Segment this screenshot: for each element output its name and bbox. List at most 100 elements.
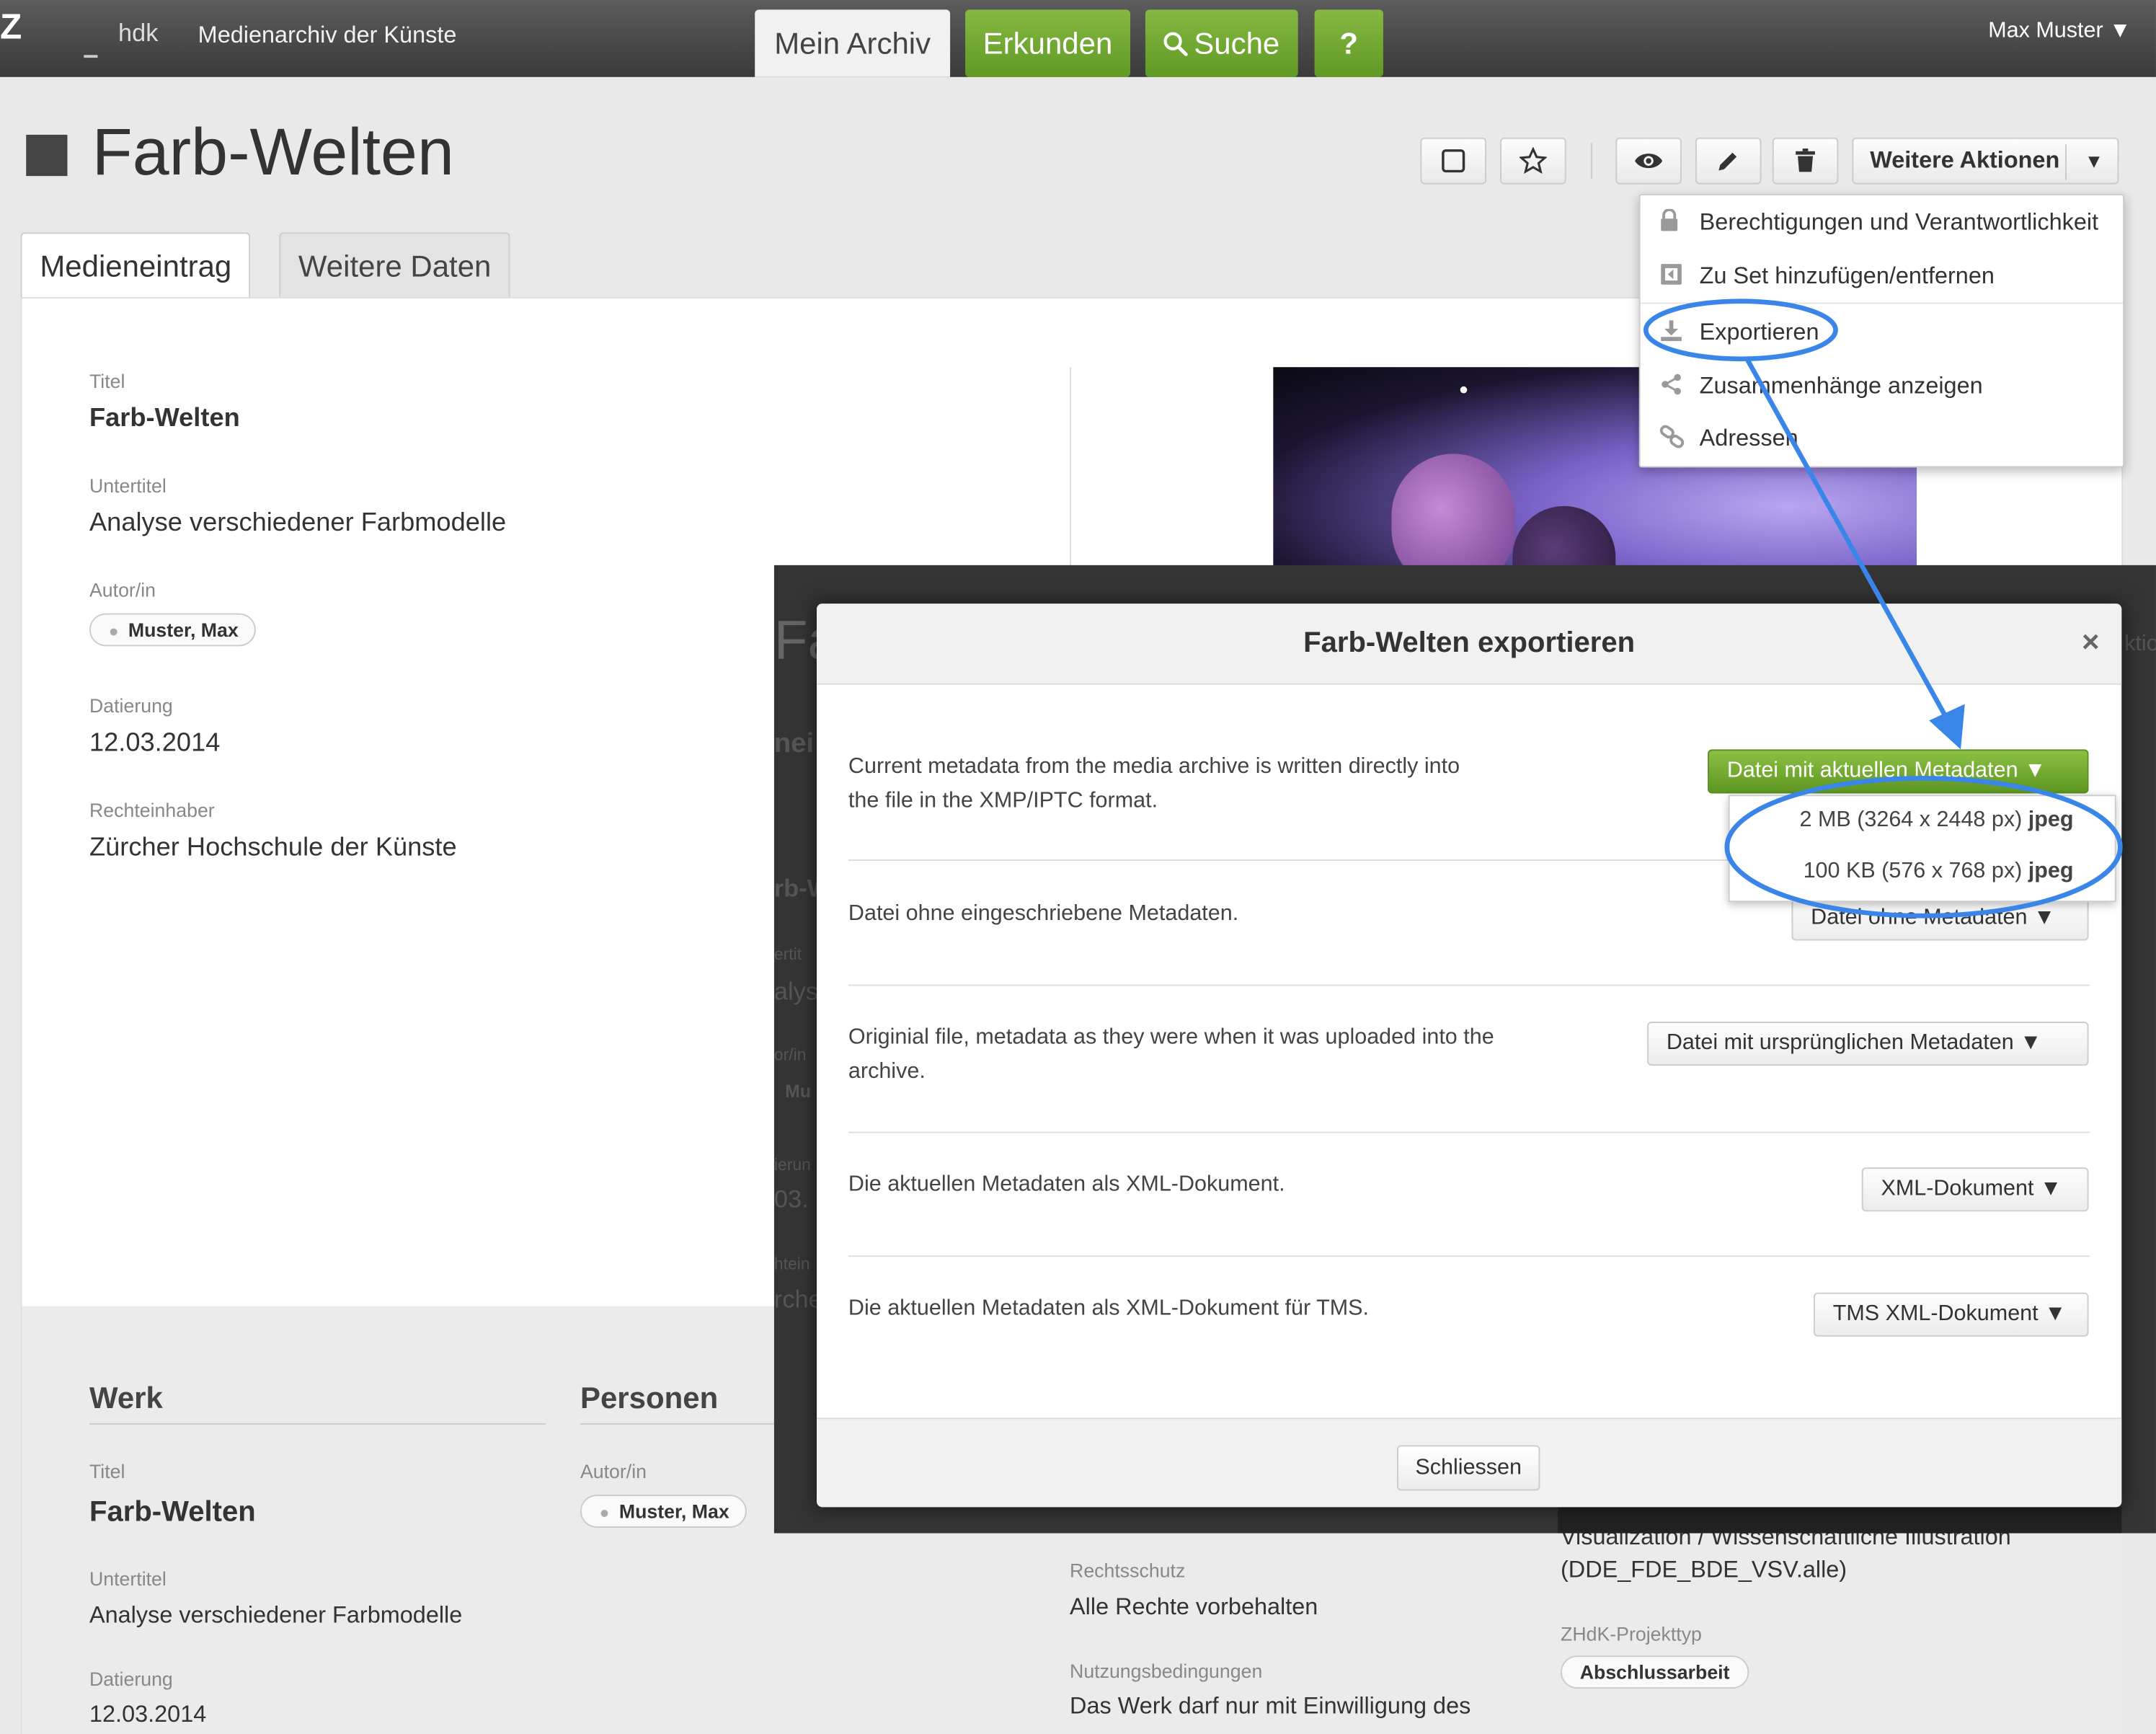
section-title-werk: Werk	[89, 1380, 163, 1415]
export-without-metadata-button[interactable]: Datei ohne Metadaten ▼	[1791, 896, 2089, 941]
dialog-title: Farb-Welten exportieren	[1303, 627, 1636, 659]
row-divider	[848, 1255, 2090, 1257]
export-tms-xml-button[interactable]: TMS XML-Dokument ▼	[1813, 1292, 2089, 1337]
backdrop-ghost-text: or/in	[773, 1045, 807, 1065]
media-entry-icon	[26, 134, 68, 177]
nav-erkunden[interactable]: Erkunden	[965, 9, 1130, 77]
nav-mein-archiv[interactable]: Mein Archiv	[755, 9, 951, 77]
field-value-untertitel: Analyse verschiedener Farbmodelle	[89, 508, 507, 538]
close-button[interactable]: Schliessen	[1397, 1445, 1540, 1491]
person-icon: ●	[599, 1503, 610, 1523]
export-option-description: Current metadata from the media archive …	[848, 755, 1460, 813]
projekttyp-tag[interactable]: Abschlussarbeit	[1561, 1655, 1749, 1689]
logo-letter[interactable]: Z	[0, 6, 22, 48]
field-label-untertitel: Untertitel	[89, 474, 167, 497]
nav-suche[interactable]: Suche	[1145, 9, 1298, 77]
backdrop-ghost-text: rche	[773, 1286, 822, 1314]
label-nutzungsbedingungen: Nutzungsbedingungen	[1070, 1659, 1263, 1682]
field-label-datierung: Datierung	[89, 694, 173, 717]
werk-label-datierung: Datierung	[89, 1668, 173, 1690]
search-icon	[1164, 32, 1189, 56]
section-divider	[580, 1423, 774, 1425]
nav-suche-label: Suche	[1194, 26, 1280, 61]
export-dialog: Farb-Welten exportieren × Current metada…	[817, 603, 2122, 1508]
download-icon	[1659, 319, 1682, 348]
backdrop-ghost-text: ierun	[773, 1155, 811, 1175]
row-divider	[848, 1131, 2090, 1133]
size-option-format: jpeg	[2028, 859, 2074, 883]
person-tag-label: Muster, Max	[128, 619, 239, 641]
menu-item-adressen[interactable]: Adressen	[1700, 425, 1798, 452]
row-divider	[848, 984, 2090, 986]
column-divider	[1070, 367, 1071, 574]
select-button[interactable]	[1420, 137, 1487, 185]
person-tag[interactable]: ● Muster, Max	[580, 1495, 747, 1528]
backdrop-ghost-text: htein	[773, 1254, 810, 1274]
label-projekttyp: ZHdK-Projekttyp	[1561, 1622, 1702, 1645]
section-title-personen: Personen	[580, 1380, 719, 1415]
backdrop-ghost-text: ertit	[773, 945, 802, 964]
star-icon	[1518, 146, 1548, 174]
menu-item-berechtigungen[interactable]: Berechtigungen und Verantwortlichkeit	[1700, 209, 2098, 236]
toolbar-separator	[1590, 143, 1592, 179]
value-nutzungsbedingungen: Das Werk darf nur mit Einwilligung des	[1070, 1692, 1471, 1719]
user-menu[interactable]: Max Muster ▼	[1988, 19, 2131, 44]
backdrop-ghost-text: ktio	[2124, 632, 2156, 656]
label-rechtsschutz: Rechtsschutz	[1070, 1559, 1186, 1582]
export-option-description: Datei ohne eingeschriebene Metadaten.	[848, 902, 1239, 926]
size-option-large[interactable]: 2 MB (3264 x 2448 px) jpeg	[1800, 808, 2074, 833]
delete-button[interactable]	[1772, 137, 1839, 185]
view-button[interactable]	[1615, 137, 1682, 185]
logo-dash	[84, 55, 98, 58]
menu-item-zu-set[interactable]: Zu Set hinzufügen/entfernen	[1700, 262, 1995, 290]
trash-icon	[1796, 148, 1815, 172]
backdrop-image-strip	[1558, 1507, 2122, 1534]
export-option-description: Die aktuellen Metadaten als XML-Dokument…	[848, 1296, 1370, 1320]
person-tag[interactable]: ● Muster, Max	[89, 613, 257, 647]
favorite-button[interactable]	[1500, 137, 1566, 185]
size-option-format: jpeg	[2028, 808, 2074, 832]
export-original-metadata-button[interactable]: Datei mit ursprünglichen Metadaten ▼	[1647, 1022, 2089, 1066]
value-fachbereich-code: (DDE_FDE_BDE_VSV.alle)	[1561, 1556, 1847, 1583]
page-title: Farb-Welten	[92, 117, 454, 190]
field-label-titel: Titel	[89, 370, 125, 392]
field-label-rechteinhaber: Rechteinhaber	[89, 799, 215, 821]
menu-item-exportieren[interactable]: Exportieren	[1700, 319, 1819, 346]
screen: Z hdk Medienarchiv der Künste Mein Archi…	[0, 0, 2156, 1734]
werk-label-untertitel: Untertitel	[89, 1567, 167, 1590]
menu-item-zusammenhaenge[interactable]: Zusammenhänge anzeigen	[1700, 373, 1983, 400]
logo-text[interactable]: hdk	[118, 19, 158, 48]
person-icon: ●	[108, 622, 119, 641]
export-size-dropdown: 2 MB (3264 x 2448 px) jpeg 100 KB (576 x…	[1728, 795, 2116, 903]
close-icon[interactable]: ×	[2082, 624, 2100, 660]
edit-button[interactable]	[1695, 137, 1762, 185]
export-option-description: Die aktuellen Metadaten als XML-Dokument…	[848, 1172, 1285, 1197]
field-label-autor: Autor/in	[89, 578, 156, 601]
field-value-titel: Farb-Welten	[89, 404, 240, 433]
tab-medieneintrag[interactable]: Medieneintrag	[20, 232, 251, 300]
tab-weitere-daten[interactable]: Weitere Daten	[279, 232, 511, 298]
link-icon	[1659, 425, 1685, 454]
backdrop-ghost-text: 03.	[773, 1185, 809, 1213]
size-option-small[interactable]: 100 KB (576 x 768 px) jpeg	[1804, 859, 2074, 884]
personen-label-autor: Autor/in	[580, 1460, 647, 1482]
size-option-label: 2 MB (3264 x 2448 px)	[1799, 808, 2023, 832]
app-title[interactable]: Medienarchiv der Künste	[198, 22, 457, 50]
export-xml-button[interactable]: XML-Dokument ▼	[1861, 1167, 2089, 1212]
section-divider	[89, 1423, 546, 1425]
werk-value-untertitel: Analyse verschiedener Farbmodelle	[89, 1601, 463, 1629]
more-actions-button[interactable]: Weitere Aktionen ▼	[1852, 137, 2119, 185]
field-value-datierung: 12.03.2014	[89, 728, 221, 758]
nav-help[interactable]: ?	[1314, 9, 1383, 77]
caret-down-icon: ▼	[2084, 149, 2104, 172]
share-icon	[1659, 373, 1682, 402]
square-icon	[1442, 149, 1465, 173]
person-tag-label: Muster, Max	[618, 1500, 729, 1523]
werk-label-titel: Titel	[89, 1460, 125, 1482]
set-icon	[1659, 262, 1682, 291]
lock-icon	[1659, 208, 1679, 238]
export-current-metadata-button[interactable]: Datei mit aktuellen Metadaten ▼	[1708, 749, 2089, 794]
menu-separator	[1640, 302, 2124, 304]
backdrop-ghost-text: nei	[773, 728, 815, 759]
field-value-rechteinhaber: Zürcher Hochschule der Künste	[89, 833, 457, 862]
